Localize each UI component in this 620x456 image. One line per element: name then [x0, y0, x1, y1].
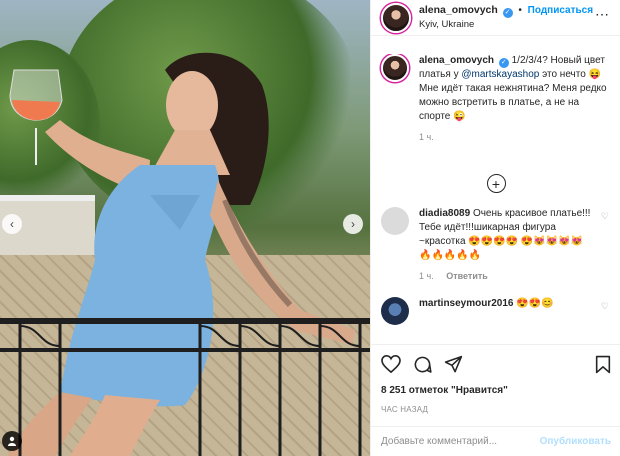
- follow-button[interactable]: Подписаться: [528, 5, 593, 16]
- comment-like-icon[interactable]: ♡: [601, 301, 609, 312]
- plus-circle-icon[interactable]: +: [486, 174, 506, 193]
- comment-input[interactable]: [381, 436, 540, 447]
- share-icon[interactable]: [444, 355, 463, 374]
- comment-composer: Опубликовать: [371, 426, 620, 456]
- comment-like-icon[interactable]: ♡: [601, 211, 609, 222]
- likes-count[interactable]: 8 251 отметок "Нравится": [381, 385, 611, 396]
- reply-button[interactable]: Ответить: [446, 271, 488, 281]
- caption-time: 1 ч.: [419, 132, 434, 142]
- comment-item: martinseymour2016 😍😍😊 ♡: [371, 297, 620, 325]
- user-tag-icon[interactable]: [2, 431, 22, 451]
- author-avatar[interactable]: [381, 2, 411, 33]
- comment-icon[interactable]: [413, 355, 432, 374]
- bookmark-icon[interactable]: [595, 355, 611, 374]
- prev-arrow-icon[interactable]: ‹: [2, 214, 22, 234]
- separator-dot: •: [518, 5, 522, 16]
- comment-time: 1 ч.: [419, 271, 434, 281]
- instagram-post: ‹ › alena_omovych ✓ • Подписаться Kyiv, …: [0, 0, 620, 456]
- caption-username[interactable]: alena_omovych: [419, 55, 494, 66]
- caption-avatar[interactable]: [381, 54, 409, 82]
- post-header: alena_omovych ✓ • Подписаться Kyiv, Ukra…: [371, 0, 620, 36]
- verified-icon: ✓: [498, 58, 509, 68]
- commenter-username[interactable]: diadia8089: [419, 208, 470, 219]
- commenter-avatar[interactable]: [381, 297, 409, 325]
- verified-icon: ✓: [502, 8, 513, 18]
- post-date: ЧАС НАЗАД: [381, 405, 429, 414]
- commenter-username[interactable]: martinseymour2016: [419, 298, 514, 309]
- caption-mention[interactable]: @martskayashop: [461, 69, 539, 80]
- more-icon[interactable]: ⋯: [595, 6, 610, 23]
- post-actions: 8 251 отметок "Нравится" ЧАС НАЗАД: [371, 344, 620, 414]
- comments-section: alena_omovych ✓ 1/2/3/4? Новый цвет плат…: [371, 54, 620, 344]
- commenter-avatar[interactable]: [381, 207, 409, 235]
- post-location[interactable]: Kyiv, Ukraine: [419, 18, 593, 31]
- post-photo[interactable]: ‹ ›: [0, 0, 370, 456]
- heart-icon[interactable]: [381, 355, 401, 373]
- caption: alena_omovych ✓ 1/2/3/4? Новый цвет плат…: [371, 54, 620, 144]
- publish-button[interactable]: Опубликовать: [540, 436, 611, 447]
- author-username[interactable]: alena_omovych: [419, 4, 498, 16]
- comment-item: diadia8089 Очень красивое платье!!! Тебе…: [371, 207, 620, 283]
- iron-railing: [0, 318, 370, 456]
- comment-text: 😍😍😊: [516, 298, 554, 309]
- post-side-panel: alena_omovych ✓ • Подписаться Kyiv, Ukra…: [370, 0, 620, 456]
- next-arrow-icon[interactable]: ›: [343, 214, 363, 234]
